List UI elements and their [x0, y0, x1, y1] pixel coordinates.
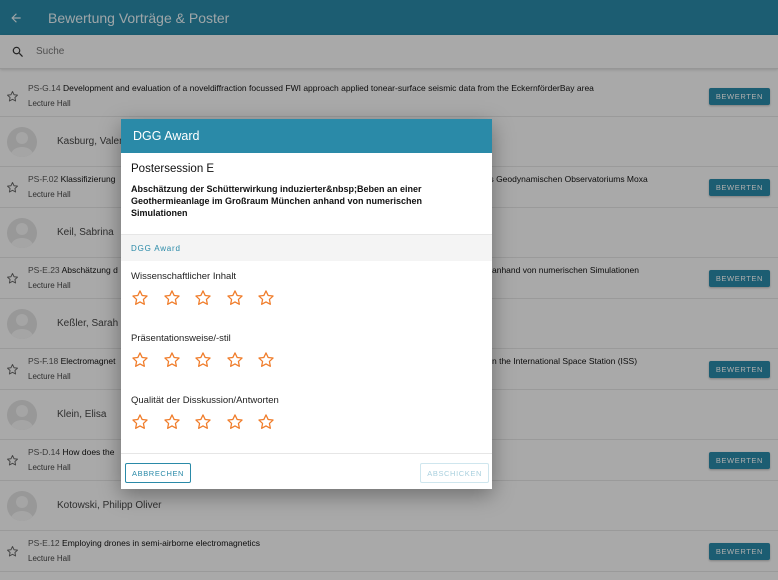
criterion-label: Präsentationsweise/-stil — [131, 333, 231, 344]
submit-button[interactable]: ABSCHICKEN — [420, 463, 489, 483]
dialog-title: DGG Award — [133, 129, 200, 143]
rating-star-icon[interactable] — [226, 289, 244, 307]
section-header: DGG Award — [121, 235, 492, 261]
dialog-actions: ABBRECHEN ABSCHICKEN — [121, 453, 492, 489]
rating-star-icon[interactable] — [226, 413, 244, 431]
rating-star-icon[interactable] — [163, 351, 181, 369]
rating-star-icon[interactable] — [194, 351, 212, 369]
star-rating — [131, 351, 289, 369]
criterion-label: Qualität der Disskussion/Antworten — [131, 395, 279, 406]
rating-star-icon[interactable] — [131, 289, 149, 307]
rating-star-icon[interactable] — [163, 289, 181, 307]
rating-star-icon[interactable] — [131, 413, 149, 431]
star-rating — [131, 413, 289, 431]
dialog-content: Postersession E Abschätzung der Schütter… — [121, 153, 492, 453]
rating-star-icon[interactable] — [194, 413, 212, 431]
dialog-header: DGG Award — [121, 119, 492, 153]
rating-star-icon[interactable] — [257, 289, 275, 307]
rating-dialog: DGG Award Postersession E Abschätzung de… — [121, 119, 492, 489]
rating-star-icon[interactable] — [163, 413, 181, 431]
cancel-button[interactable]: ABBRECHEN — [125, 463, 192, 483]
rating-star-icon[interactable] — [194, 289, 212, 307]
section-label: DGG Award — [131, 244, 181, 253]
session-title: Postersession E — [131, 163, 215, 175]
rating-star-icon[interactable] — [226, 351, 244, 369]
rating-star-icon[interactable] — [257, 413, 275, 431]
rating-star-icon[interactable] — [131, 351, 149, 369]
contribution-title: Abschätzung der Schütterwirkung induzier… — [131, 184, 423, 218]
star-rating — [131, 289, 289, 307]
rating-star-icon[interactable] — [257, 351, 275, 369]
criterion-label: Wissenschaftlicher Inhalt — [131, 271, 237, 282]
